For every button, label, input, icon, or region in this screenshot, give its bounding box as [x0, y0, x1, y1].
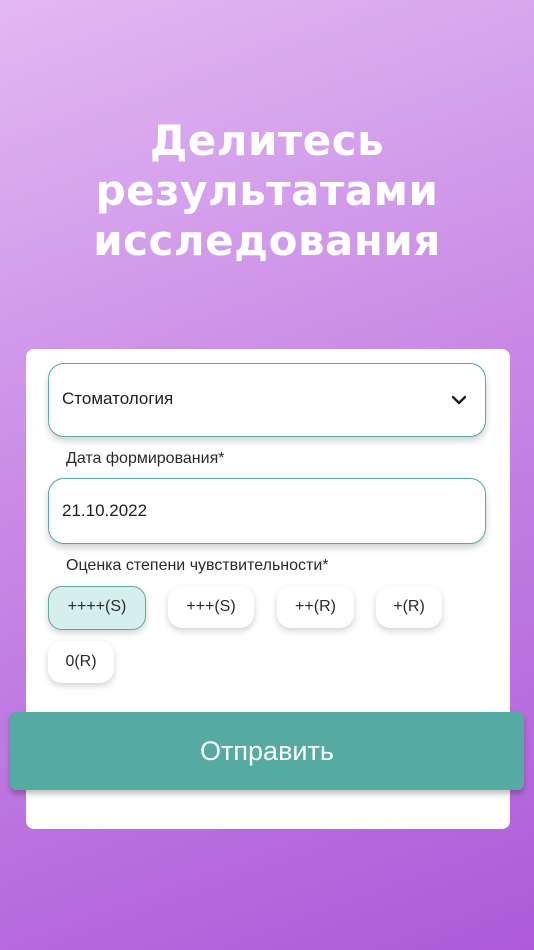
page-title: Делитесь результатами исследования — [0, 116, 534, 266]
sensitivity-option-3plus-s[interactable]: +++(S) — [168, 586, 254, 628]
sensitivity-option-2plus-r[interactable]: ++(R) — [277, 586, 354, 628]
specialty-select-value: Стоматология — [62, 389, 174, 408]
date-field-value: 21.10.2022 — [62, 501, 148, 520]
specialty-select[interactable]: Стоматология — [48, 363, 486, 437]
chevron-down-icon — [451, 395, 467, 405]
date-field[interactable]: 21.10.2022 — [48, 478, 486, 544]
sensitivity-label: Оценка степени чувствительности* — [66, 557, 329, 574]
sensitivity-option-1plus-r[interactable]: +(R) — [376, 586, 442, 628]
sensitivity-option-0-r[interactable]: 0(R) — [48, 641, 114, 683]
page-title-line-3: исследования — [93, 216, 441, 265]
page-title-line-1: Делитесь — [149, 116, 385, 165]
page-title-line-2: результатами — [95, 166, 439, 215]
date-label: Дата формирования* — [66, 450, 225, 467]
submit-button[interactable]: Отправить — [10, 712, 524, 790]
sensitivity-option-4plus-s[interactable]: ++++(S) — [48, 586, 146, 630]
